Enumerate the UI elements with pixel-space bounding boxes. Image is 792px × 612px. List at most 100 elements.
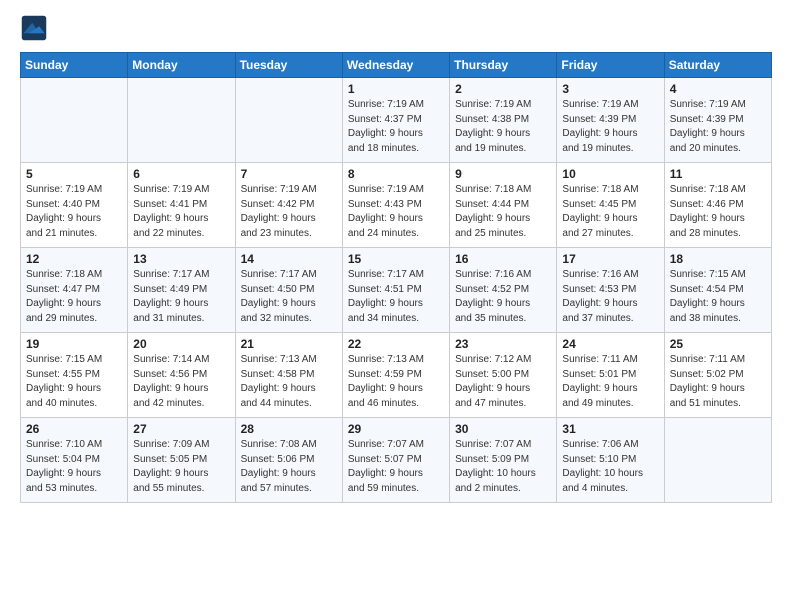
- cell-info: Sunrise: 7:13 AM Sunset: 4:58 PM Dayligh…: [241, 353, 337, 411]
- calendar-cell: 11 Sunrise: 7:18 AM Sunset: 4:46 PM Dayli…: [664, 163, 771, 248]
- calendar-cell: 23 Sunrise: 7:12 AM Sunset: 5:00 PM Dayli…: [450, 333, 557, 418]
- cell-info: Sunrise: 7:17 AM Sunset: 4:50 PM Dayligh…: [241, 268, 337, 326]
- day-number: 13: [133, 252, 229, 266]
- calendar-week-4: 19 Sunrise: 7:15 AM Sunset: 4:55 PM Dayli…: [21, 333, 772, 418]
- calendar-cell: 3Sunrise: 7:19 AM Sunset: 4:39 PM Daylig…: [557, 78, 664, 163]
- day-number: 28: [241, 422, 337, 436]
- day-number: 9: [455, 167, 551, 181]
- calendar-cell: 22 Sunrise: 7:13 AM Sunset: 4:59 PM Dayli…: [342, 333, 449, 418]
- calendar-cell: 31 Sunrise: 7:06 AM Sunset: 5:10 PM Dayli…: [557, 418, 664, 503]
- day-number: 23: [455, 337, 551, 351]
- calendar-cell: 27 Sunrise: 7:09 AM Sunset: 5:05 PM Dayli…: [128, 418, 235, 503]
- calendar-cell: 1 Sunrise: 7:19 AM Sunset: 4:37 PM Daylig…: [342, 78, 449, 163]
- calendar-cell: 16 Sunrise: 7:16 AM Sunset: 4:52 PM Dayli…: [450, 248, 557, 333]
- day-number: 27: [133, 422, 229, 436]
- cell-info: Sunrise: 7:19 AM Sunset: 4:39 PM Dayligh…: [670, 98, 766, 156]
- day-number: 12: [26, 252, 122, 266]
- calendar-week-3: 12 Sunrise: 7:18 AM Sunset: 4:47 PM Dayli…: [21, 248, 772, 333]
- calendar-table: SundayMondayTuesdayWednesdayThursdayFrid…: [20, 52, 772, 503]
- calendar-cell: [235, 78, 342, 163]
- day-number: 18: [670, 252, 766, 266]
- calendar-cell: [128, 78, 235, 163]
- day-number: 31: [562, 422, 658, 436]
- day-number: 24: [562, 337, 658, 351]
- weekday-header-tuesday: Tuesday: [235, 53, 342, 78]
- cell-info: Sunrise: 7:09 AM Sunset: 5:05 PM Dayligh…: [133, 438, 229, 496]
- cell-info: Sunrise: 7:11 AM Sunset: 5:01 PM Dayligh…: [562, 353, 658, 411]
- day-number: 1: [348, 82, 444, 96]
- calendar-week-5: 26 Sunrise: 7:10 AM Sunset: 5:04 PM Dayli…: [21, 418, 772, 503]
- cell-info: Sunrise: 7:19 AM Sunset: 4:39 PM Dayligh…: [562, 98, 658, 156]
- day-number: 20: [133, 337, 229, 351]
- header: [20, 16, 772, 42]
- cell-info: Sunrise: 7:14 AM Sunset: 4:56 PM Dayligh…: [133, 353, 229, 411]
- calendar-cell: 10 Sunrise: 7:18 AM Sunset: 4:45 PM Dayli…: [557, 163, 664, 248]
- calendar-cell: 12 Sunrise: 7:18 AM Sunset: 4:47 PM Dayli…: [21, 248, 128, 333]
- cell-info: Sunrise: 7:15 AM Sunset: 4:54 PM Dayligh…: [670, 268, 766, 326]
- weekday-header-wednesday: Wednesday: [342, 53, 449, 78]
- day-number: 5: [26, 167, 122, 181]
- cell-info: Sunrise: 7:07 AM Sunset: 5:07 PM Dayligh…: [348, 438, 444, 496]
- logo-icon: [20, 14, 48, 42]
- cell-info: Sunrise: 7:18 AM Sunset: 4:46 PM Dayligh…: [670, 183, 766, 241]
- calendar-cell: 21Sunrise: 7:13 AM Sunset: 4:58 PM Dayli…: [235, 333, 342, 418]
- cell-info: Sunrise: 7:13 AM Sunset: 4:59 PM Dayligh…: [348, 353, 444, 411]
- weekday-header-saturday: Saturday: [664, 53, 771, 78]
- calendar-cell: 15Sunrise: 7:17 AM Sunset: 4:51 PM Dayli…: [342, 248, 449, 333]
- cell-info: Sunrise: 7:16 AM Sunset: 4:52 PM Dayligh…: [455, 268, 551, 326]
- calendar-cell: 17 Sunrise: 7:16 AM Sunset: 4:53 PM Dayli…: [557, 248, 664, 333]
- cell-info: Sunrise: 7:19 AM Sunset: 4:42 PM Dayligh…: [241, 183, 337, 241]
- calendar-cell: 29 Sunrise: 7:07 AM Sunset: 5:07 PM Dayli…: [342, 418, 449, 503]
- cell-info: Sunrise: 7:11 AM Sunset: 5:02 PM Dayligh…: [670, 353, 766, 411]
- cell-info: Sunrise: 7:19 AM Sunset: 4:37 PM Dayligh…: [348, 98, 444, 156]
- day-number: 8: [348, 167, 444, 181]
- cell-info: Sunrise: 7:19 AM Sunset: 4:38 PM Dayligh…: [455, 98, 551, 156]
- cell-info: Sunrise: 7:17 AM Sunset: 4:49 PM Dayligh…: [133, 268, 229, 326]
- calendar-cell: 20 Sunrise: 7:14 AM Sunset: 4:56 PM Dayli…: [128, 333, 235, 418]
- calendar-cell: 8 Sunrise: 7:19 AM Sunset: 4:43 PM Daylig…: [342, 163, 449, 248]
- cell-info: Sunrise: 7:08 AM Sunset: 5:06 PM Dayligh…: [241, 438, 337, 496]
- cell-info: Sunrise: 7:16 AM Sunset: 4:53 PM Dayligh…: [562, 268, 658, 326]
- calendar-cell: 26 Sunrise: 7:10 AM Sunset: 5:04 PM Dayli…: [21, 418, 128, 503]
- weekday-header-monday: Monday: [128, 53, 235, 78]
- weekday-header-thursday: Thursday: [450, 53, 557, 78]
- calendar-cell: 19 Sunrise: 7:15 AM Sunset: 4:55 PM Dayli…: [21, 333, 128, 418]
- calendar-cell: 4 Sunrise: 7:19 AM Sunset: 4:39 PM Daylig…: [664, 78, 771, 163]
- calendar-week-1: 1 Sunrise: 7:19 AM Sunset: 4:37 PM Daylig…: [21, 78, 772, 163]
- day-number: 22: [348, 337, 444, 351]
- calendar-cell: [664, 418, 771, 503]
- cell-info: Sunrise: 7:06 AM Sunset: 5:10 PM Dayligh…: [562, 438, 658, 496]
- day-number: 19: [26, 337, 122, 351]
- cell-info: Sunrise: 7:18 AM Sunset: 4:47 PM Dayligh…: [26, 268, 122, 326]
- weekday-header-friday: Friday: [557, 53, 664, 78]
- calendar-cell: 28 Sunrise: 7:08 AM Sunset: 5:06 PM Dayli…: [235, 418, 342, 503]
- day-number: 30: [455, 422, 551, 436]
- calendar-cell: 25 Sunrise: 7:11 AM Sunset: 5:02 PM Dayli…: [664, 333, 771, 418]
- cell-info: Sunrise: 7:17 AM Sunset: 4:51 PM Dayligh…: [348, 268, 444, 326]
- day-number: 6: [133, 167, 229, 181]
- cell-info: Sunrise: 7:10 AM Sunset: 5:04 PM Dayligh…: [26, 438, 122, 496]
- day-number: 2: [455, 82, 551, 96]
- day-number: 10: [562, 167, 658, 181]
- day-number: 26: [26, 422, 122, 436]
- cell-info: Sunrise: 7:12 AM Sunset: 5:00 PM Dayligh…: [455, 353, 551, 411]
- cell-info: Sunrise: 7:18 AM Sunset: 4:45 PM Dayligh…: [562, 183, 658, 241]
- day-number: 25: [670, 337, 766, 351]
- calendar-cell: 6Sunrise: 7:19 AM Sunset: 4:41 PM Daylig…: [128, 163, 235, 248]
- day-number: 11: [670, 167, 766, 181]
- calendar-cell: 13 Sunrise: 7:17 AM Sunset: 4:49 PM Dayli…: [128, 248, 235, 333]
- cell-info: Sunrise: 7:19 AM Sunset: 4:43 PM Dayligh…: [348, 183, 444, 241]
- calendar-cell: 2 Sunrise: 7:19 AM Sunset: 4:38 PM Daylig…: [450, 78, 557, 163]
- day-number: 17: [562, 252, 658, 266]
- day-number: 16: [455, 252, 551, 266]
- calendar-cell: 9Sunrise: 7:18 AM Sunset: 4:44 PM Daylig…: [450, 163, 557, 248]
- cell-info: Sunrise: 7:07 AM Sunset: 5:09 PM Dayligh…: [455, 438, 551, 496]
- cell-info: Sunrise: 7:19 AM Sunset: 4:40 PM Dayligh…: [26, 183, 122, 241]
- logo: [20, 16, 50, 42]
- calendar-cell: 14Sunrise: 7:17 AM Sunset: 4:50 PM Dayli…: [235, 248, 342, 333]
- calendar-cell: [21, 78, 128, 163]
- calendar-cell: 5 Sunrise: 7:19 AM Sunset: 4:40 PM Daylig…: [21, 163, 128, 248]
- day-number: 4: [670, 82, 766, 96]
- day-number: 29: [348, 422, 444, 436]
- cell-info: Sunrise: 7:15 AM Sunset: 4:55 PM Dayligh…: [26, 353, 122, 411]
